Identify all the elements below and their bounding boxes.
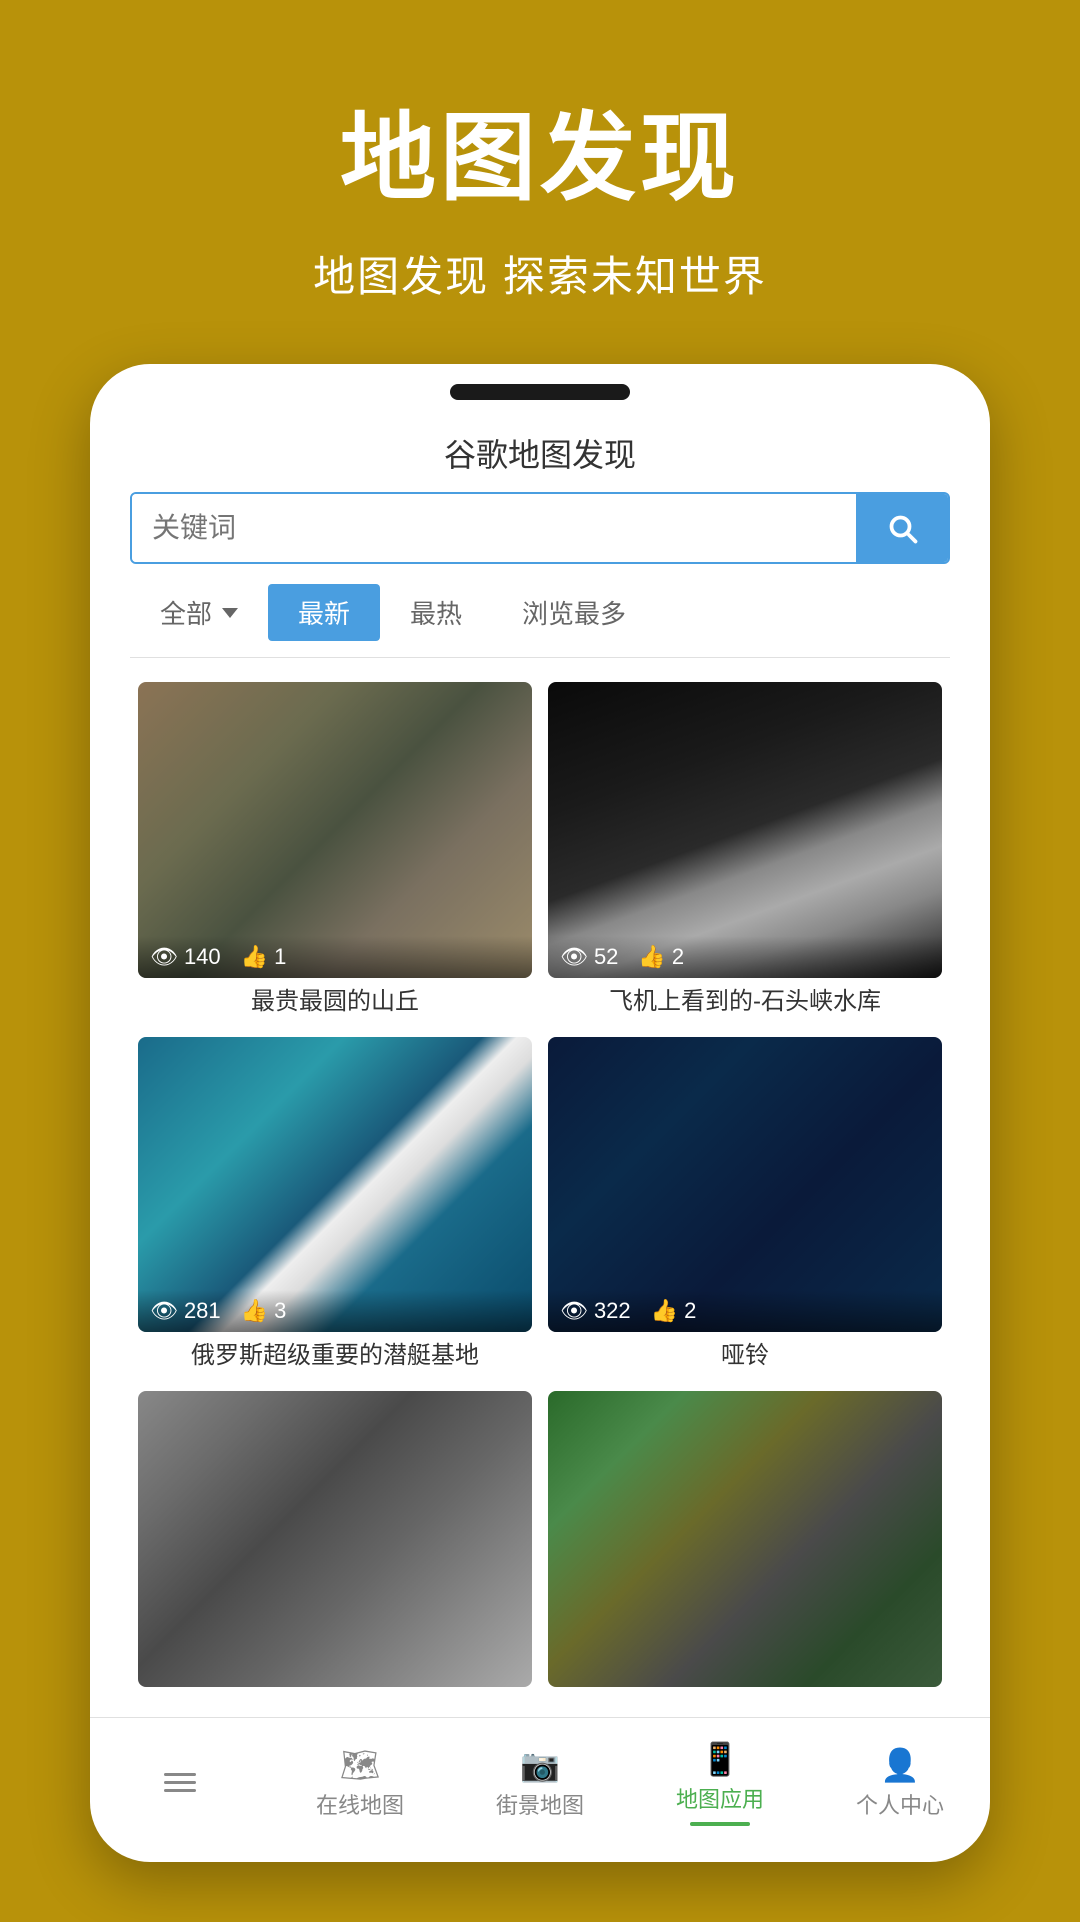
list-item[interactable]: 👁 281 👍 3 俄罗斯超级重要的潜艇基地 [130,1029,540,1384]
view-count-4: 👁 322 [560,1298,631,1324]
tab-latest[interactable]: 最新 [268,584,380,641]
search-input[interactable] [132,494,856,562]
item-image-5 [138,1391,532,1687]
street-view-icon: 📷 [520,1746,560,1784]
list-item[interactable] [540,1383,950,1707]
nav-item-map-apps[interactable]: 📱 地图应用 [630,1734,810,1832]
like-icon: 👍 [241,944,268,970]
profile-icon: 👤 [880,1746,920,1784]
bottom-nav: 🗺 在线地图 📷 街景地图 📱 地图应用 👤 个人中心 [90,1717,990,1842]
app-content: 谷歌地图发现 全部 最新 最热 浏览最多 [90,410,990,1862]
tab-all[interactable]: 全部 [130,584,268,641]
like-icon: 👍 [241,1298,268,1324]
item-image-3: 👁 281 👍 3 [138,1037,532,1333]
page-subtitle: 地图发现 探索未知世界 [40,243,1040,304]
nav-item-street-view[interactable]: 📷 街景地图 [450,1740,630,1826]
nav-item-menu[interactable] [90,1763,270,1802]
phone-mockup: 谷歌地图发现 全部 最新 最热 浏览最多 [90,364,990,1862]
eye-icon: 👁 [560,944,588,970]
like-count-2: 👍 2 [638,944,684,970]
item-title-1: 最贵最圆的山丘 [138,978,532,1021]
eye-icon: 👁 [150,944,178,970]
search-button[interactable] [856,494,948,562]
app-header: 谷歌地图发现 [90,410,990,492]
list-item[interactable]: 👁 140 👍 1 最贵最圆的山丘 [130,674,540,1029]
nav-item-online-map[interactable]: 🗺 在线地图 [270,1740,450,1826]
stats-overlay-1: 👁 140 👍 1 [138,936,532,978]
nav-label-online-map: 在线地图 [316,1788,404,1820]
like-icon: 👍 [638,944,665,970]
list-item[interactable]: 👁 322 👍 2 哑铃 [540,1029,950,1384]
item-title-2: 飞机上看到的-石头峡水库 [548,978,942,1021]
tab-all-label: 全部 [160,594,212,631]
view-count-1: 👁 140 [150,944,221,970]
list-item[interactable] [130,1383,540,1707]
tab-most-viewed[interactable]: 浏览最多 [492,584,656,641]
nav-label-profile: 个人中心 [856,1788,944,1820]
like-count-3: 👍 3 [241,1298,287,1324]
item-image-1: 👁 140 👍 1 [138,682,532,978]
view-count-3: 👁 281 [150,1298,221,1324]
like-count-1: 👍 1 [241,944,287,970]
item-title-5 [138,1687,532,1699]
page-title: 地图发现 [40,80,1040,219]
chevron-down-icon [222,608,238,618]
item-image-4: 👁 322 👍 2 [548,1037,942,1333]
online-map-icon: 🗺 [340,1746,381,1784]
list-item[interactable]: 👁 52 👍 2 飞机上看到的-石头峡水库 [540,674,950,1029]
search-bar [130,492,950,564]
nav-active-indicator [690,1822,750,1826]
search-icon [884,510,920,546]
item-title-3: 俄罗斯超级重要的潜艇基地 [138,1332,532,1375]
phone-top-bar [90,364,990,410]
content-grid: 👁 140 👍 1 最贵最圆的山丘 👁 [130,674,950,1707]
item-image-2: 👁 52 👍 2 [548,682,942,978]
like-icon: 👍 [651,1298,678,1324]
item-title-4: 哑铃 [548,1332,942,1375]
nav-label-map-apps: 地图应用 [676,1782,764,1814]
header-area: 地图发现 地图发现 探索未知世界 [0,0,1080,364]
stats-overlay-4: 👁 322 👍 2 [548,1290,942,1332]
item-title-6 [548,1687,942,1699]
nav-item-profile[interactable]: 👤 个人中心 [810,1740,990,1826]
eye-icon: 👁 [560,1298,588,1324]
stats-overlay-3: 👁 281 👍 3 [138,1290,532,1332]
filter-tabs: 全部 最新 最热 浏览最多 [130,584,950,658]
eye-icon: 👁 [150,1298,178,1324]
phone-notch [450,384,630,400]
item-image-6 [548,1391,942,1687]
stats-overlay-2: 👁 52 👍 2 [548,936,942,978]
map-apps-icon: 📱 [700,1740,740,1778]
tab-hottest[interactable]: 最热 [380,584,492,641]
view-count-2: 👁 52 [560,944,618,970]
hamburger-icon [160,1769,200,1796]
nav-label-street-view: 街景地图 [496,1788,584,1820]
like-count-4: 👍 2 [651,1298,697,1324]
